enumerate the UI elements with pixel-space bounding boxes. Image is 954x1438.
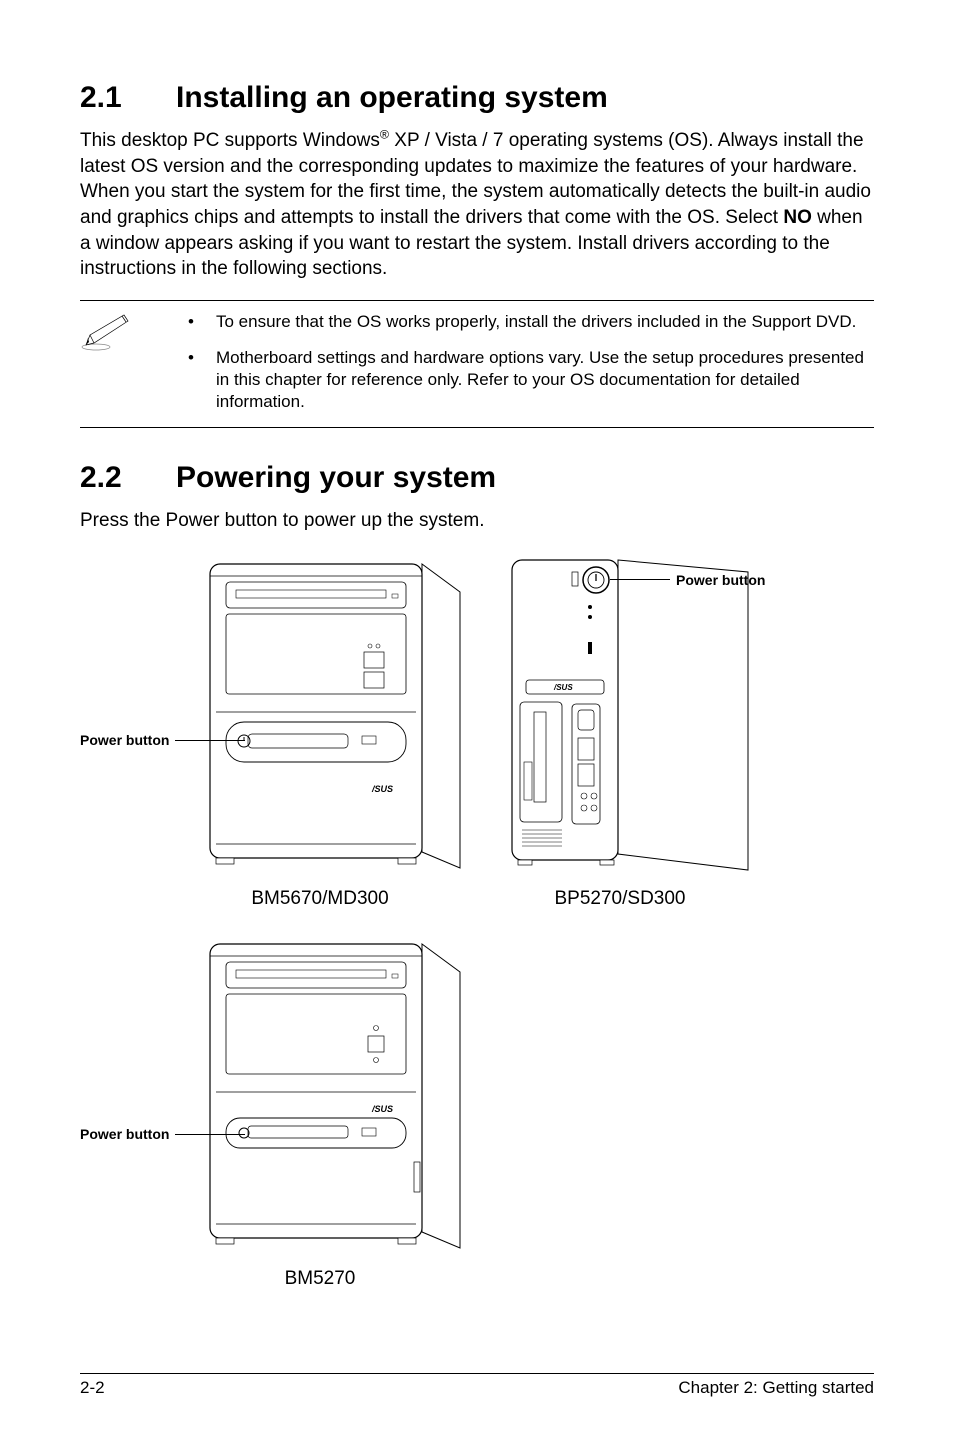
note-box: • To ensure that the OS works properly, … — [80, 300, 874, 428]
note-text: To ensure that the OS works properly, in… — [216, 311, 874, 333]
figure-caption-bm5270: BM5270 — [230, 1268, 410, 1290]
note-content: • To ensure that the OS works properly, … — [158, 301, 874, 427]
body-bold-no: NO — [783, 207, 812, 228]
pc-tower-bm5270-illustration: /SUS — [192, 932, 472, 1262]
section-title: Powering your system — [176, 460, 496, 496]
section-1-body: This desktop PC supports Windows® XP / V… — [80, 128, 874, 282]
chapter-label: Chapter 2: Getting started — [678, 1378, 874, 1398]
page-number: 2-2 — [80, 1378, 105, 1398]
body-text-part: This desktop PC supports Windows — [80, 130, 380, 151]
section-2-body: Press the Power button to power up the s… — [80, 508, 874, 534]
note-text: Motherboard settings and hardware option… — [216, 347, 874, 413]
power-button-label: Power button — [80, 1126, 169, 1142]
note-item: • Motherboard settings and hardware opti… — [188, 347, 874, 413]
figure-caption-bm5670: BM5670/MD300 — [220, 888, 420, 910]
power-button-label: Power button — [676, 572, 765, 588]
section-number: 2.1 — [80, 80, 176, 116]
section-number: 2.2 — [80, 460, 176, 496]
note-item: • To ensure that the OS works properly, … — [188, 311, 874, 333]
pc-tower-bm5670-illustration: /SUS — [192, 552, 472, 882]
note-icon-cell — [80, 301, 158, 369]
section-heading-installing-os: 2.1 Installing an operating system — [80, 80, 874, 116]
page-footer: 2-2 Chapter 2: Getting started — [80, 1373, 874, 1398]
svg-text:/SUS: /SUS — [553, 683, 573, 692]
figures-area: /SUS Power button BM5670/MD300 — [80, 552, 874, 1422]
leader-line — [175, 1134, 245, 1135]
leader-line — [175, 740, 245, 741]
figure-caption-bp5270: BP5270/SD300 — [520, 888, 720, 910]
bullet-icon: • — [188, 347, 216, 413]
page: 2.1 Installing an operating system This … — [0, 0, 954, 1438]
bullet-icon: • — [188, 311, 216, 333]
registered-symbol: ® — [380, 128, 389, 142]
leader-line — [610, 579, 670, 580]
power-button-label: Power button — [80, 732, 169, 748]
pc-slim-bp5270-illustration: /SUS — [500, 552, 760, 882]
svg-text:/SUS: /SUS — [371, 784, 393, 794]
section-title: Installing an operating system — [176, 80, 608, 116]
note-pencil-icon — [80, 311, 130, 353]
section-heading-powering: 2.2 Powering your system — [80, 460, 874, 496]
svg-text:/SUS: /SUS — [371, 1104, 393, 1114]
